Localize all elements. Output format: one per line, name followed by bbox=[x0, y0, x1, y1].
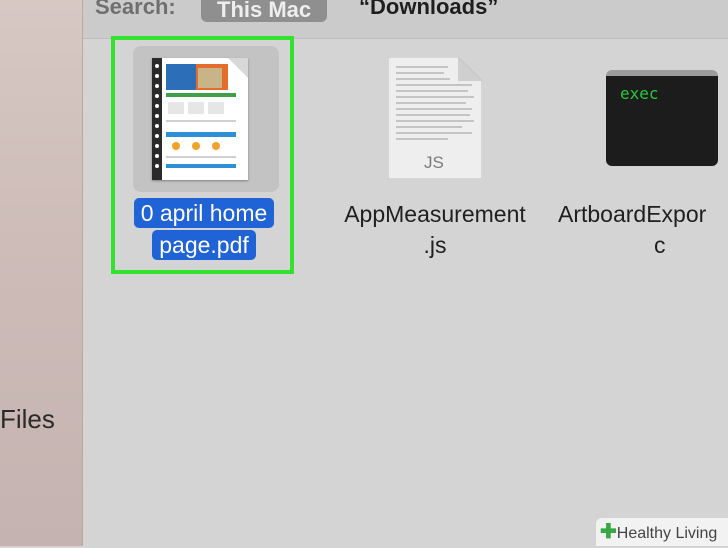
sidebar-item-files[interactable]: Files bbox=[0, 404, 55, 435]
js-icon-badge: JS bbox=[424, 153, 444, 172]
file-name-line: c bbox=[654, 232, 666, 258]
file-name-line: AppMeasurement bbox=[344, 201, 526, 227]
scope-downloads-button[interactable]: “Downloads” bbox=[359, 0, 498, 20]
watermark-text: Healthy Living bbox=[616, 525, 718, 542]
plus-icon: ✚ bbox=[600, 521, 617, 543]
search-scope-bar: Search: This Mac “Downloads” bbox=[83, 0, 728, 39]
watermark: ✚Healthy Living bbox=[596, 518, 728, 546]
pdf-file-name[interactable]: 0 april home page.pdf bbox=[126, 198, 282, 262]
file-name-line: ArtboardExpor bbox=[558, 201, 707, 227]
scope-this-mac-button[interactable]: This Mac bbox=[201, 0, 328, 22]
search-label: Search: bbox=[95, 0, 176, 19]
file-name-line: .js bbox=[423, 232, 447, 258]
exec-icon-text: exec bbox=[620, 84, 659, 103]
exec-file-name[interactable]: ArtboardExpor c bbox=[558, 199, 728, 261]
sidebar: Files bbox=[0, 0, 83, 546]
file-name-line: page.pdf bbox=[152, 230, 256, 260]
file-name-line: 0 april home bbox=[133, 198, 275, 228]
js-file-icon[interactable]: JS bbox=[387, 56, 483, 180]
js-file-name[interactable]: AppMeasurement .js bbox=[332, 199, 538, 261]
terminal-exec-icon[interactable]: exec bbox=[606, 70, 718, 166]
